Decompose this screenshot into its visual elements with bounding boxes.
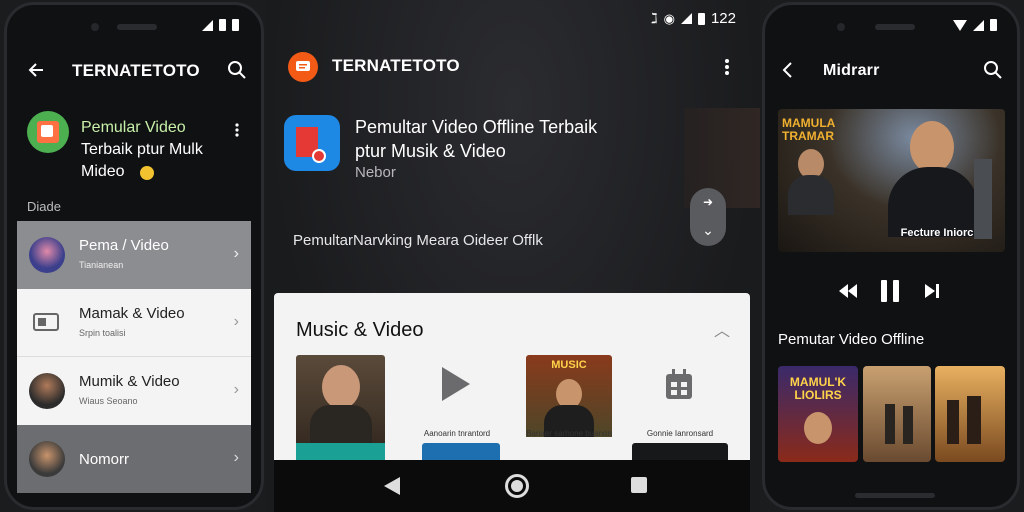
- skip-forward-icon[interactable]: [925, 284, 939, 298]
- status-bar: [953, 19, 997, 31]
- section-title: Pemutar Video Offline: [778, 331, 925, 348]
- featured-title-line2: Terbaik ptur Mulk: [81, 141, 203, 158]
- search-icon[interactable]: [980, 57, 1006, 83]
- chevron-right-icon: ›: [233, 381, 239, 398]
- tile-2[interactable]: Aanoarin tnrantord: [414, 355, 500, 463]
- back-chevron-icon[interactable]: [775, 57, 801, 83]
- chevron-right-icon: ›: [233, 449, 239, 466]
- tagline: PemultarNarvking Meara Oideer Offlk: [293, 232, 543, 249]
- right-phone: Midrarr MAMULA TRAMAR Fecture Iniorc Pem…: [762, 2, 1020, 510]
- list-item[interactable]: Mumik & Video Wiaus Seoano ›: [17, 357, 251, 425]
- vibrate-icon: ℷ: [651, 10, 658, 26]
- featured-title-line1: Pemular Video: [81, 119, 186, 136]
- system-nav-bar: [274, 460, 750, 512]
- featured-badge: [140, 166, 154, 180]
- chevron-up-icon[interactable]: ︿: [714, 317, 730, 341]
- pause-icon[interactable]: [881, 280, 899, 302]
- front-camera: [91, 23, 99, 31]
- list-item-title: Pema / Video: [79, 237, 169, 254]
- music-video-section: Music & Video ︿ Aanoarin tnrantord MUSIC…: [274, 293, 750, 463]
- video-poster[interactable]: [863, 366, 931, 462]
- avatar: [29, 441, 65, 477]
- chevron-right-icon: ›: [233, 313, 239, 330]
- video-poster[interactable]: [935, 366, 1005, 462]
- battery-icon: [990, 19, 997, 31]
- back-arrow-icon[interactable]: [25, 57, 51, 83]
- tile-2-caption: Aanoarin tnrantord: [423, 429, 491, 438]
- tile-4[interactable]: Gonnie Ianronsard: [632, 355, 728, 463]
- tile-3[interactable]: MUSIC: [526, 355, 612, 463]
- chevron-down-icon: ⌄: [702, 222, 714, 239]
- battery-icon: [232, 19, 239, 31]
- nav-recents-icon[interactable]: [631, 477, 647, 493]
- scroll-updown-control[interactable]: ➜ ⌄: [690, 188, 726, 246]
- nav-home-icon[interactable]: [505, 474, 529, 498]
- list-item-subtitle: Wiaus Seoano: [79, 396, 138, 406]
- alarm-icon: ◉: [663, 10, 675, 26]
- avatar: [29, 237, 65, 273]
- video-poster[interactable]: MAMUL'K LIOLIRS: [778, 366, 858, 462]
- tile-4-caption: Gonnie Ianronsard: [646, 429, 714, 438]
- wifi-icon: [953, 19, 967, 31]
- more-vert-icon[interactable]: [714, 54, 740, 80]
- list-item[interactable]: Pema / Video Tianianean ›: [17, 221, 251, 289]
- list-item-title: Mumik & Video: [79, 373, 180, 390]
- screen-title: Midrarr: [823, 62, 880, 79]
- avatar: [29, 373, 65, 409]
- app-logo: [288, 52, 318, 82]
- calendar-icon: [666, 369, 692, 399]
- video-list: Pema / Video Tianianean › Mamak & Video …: [17, 221, 251, 493]
- poster-title: MAMUL'K LIOLIRS: [789, 375, 847, 402]
- list-item-title: Nomorr: [79, 451, 130, 468]
- list-item-subtitle: Tianianean: [79, 260, 124, 270]
- app-title: TERNATETOTO: [332, 56, 460, 75]
- earpiece: [875, 24, 915, 30]
- search-icon[interactable]: [224, 57, 250, 83]
- battery-icon: [219, 19, 226, 31]
- featured-app-icon: [27, 111, 69, 153]
- tile-1-person: [322, 365, 360, 409]
- chat-icon: [296, 61, 310, 71]
- play-icon: [442, 367, 470, 401]
- tile-1[interactable]: [296, 355, 385, 463]
- now-playing-banner: MAMULA TRAMAR: [782, 116, 835, 143]
- status-bar: ℷ ◉ 122: [651, 10, 736, 27]
- app-name-line2: ptur Musik & Video: [355, 141, 506, 161]
- chevron-right-icon: ›: [233, 245, 239, 262]
- signal-icon: [680, 13, 692, 24]
- list-item[interactable]: Mamak & Video Srpin toalisi ›: [17, 289, 251, 357]
- app-title: TERNATETOTO: [72, 61, 200, 80]
- more-vert-icon[interactable]: [235, 123, 239, 137]
- status-bar: [202, 19, 239, 31]
- section-title: Music & Video: [296, 319, 424, 341]
- tile-3-caption: Bariaer sarhone buanon: [526, 429, 612, 438]
- battery-icon: [697, 12, 705, 25]
- left-phone: TERNATETOTO Pemular Video Terbaik ptur M…: [4, 2, 264, 510]
- tile-3-poster-text: MUSIC: [551, 359, 587, 371]
- app-name-line1: Pemultar Video Offline Terbaik: [355, 117, 598, 137]
- front-camera: [837, 23, 845, 31]
- app-icon: [284, 115, 340, 171]
- list-item-subtitle: Srpin toalisi: [79, 328, 126, 338]
- earpiece: [117, 24, 157, 30]
- home-indicator: [855, 493, 935, 498]
- skip-back-icon[interactable]: [839, 284, 857, 298]
- arrow-up-icon: ➜: [702, 194, 714, 209]
- section-label: Diade: [27, 199, 61, 214]
- now-playing-artwork[interactable]: MAMULA TRAMAR Fecture Iniorc: [778, 109, 1005, 252]
- video-icon: [29, 305, 65, 341]
- signal-icon: [202, 19, 213, 31]
- nav-back-icon[interactable]: [384, 477, 400, 495]
- status-time: 122: [710, 10, 736, 27]
- signal-icon: [973, 19, 984, 31]
- list-item-title: Mamak & Video: [79, 305, 185, 322]
- app-developer: Nebor: [355, 164, 396, 181]
- list-item[interactable]: Nomorr ›: [17, 425, 251, 493]
- featured-title-line3: Mideo: [81, 163, 125, 180]
- now-playing-caption: Fecture Iniorc: [900, 227, 974, 239]
